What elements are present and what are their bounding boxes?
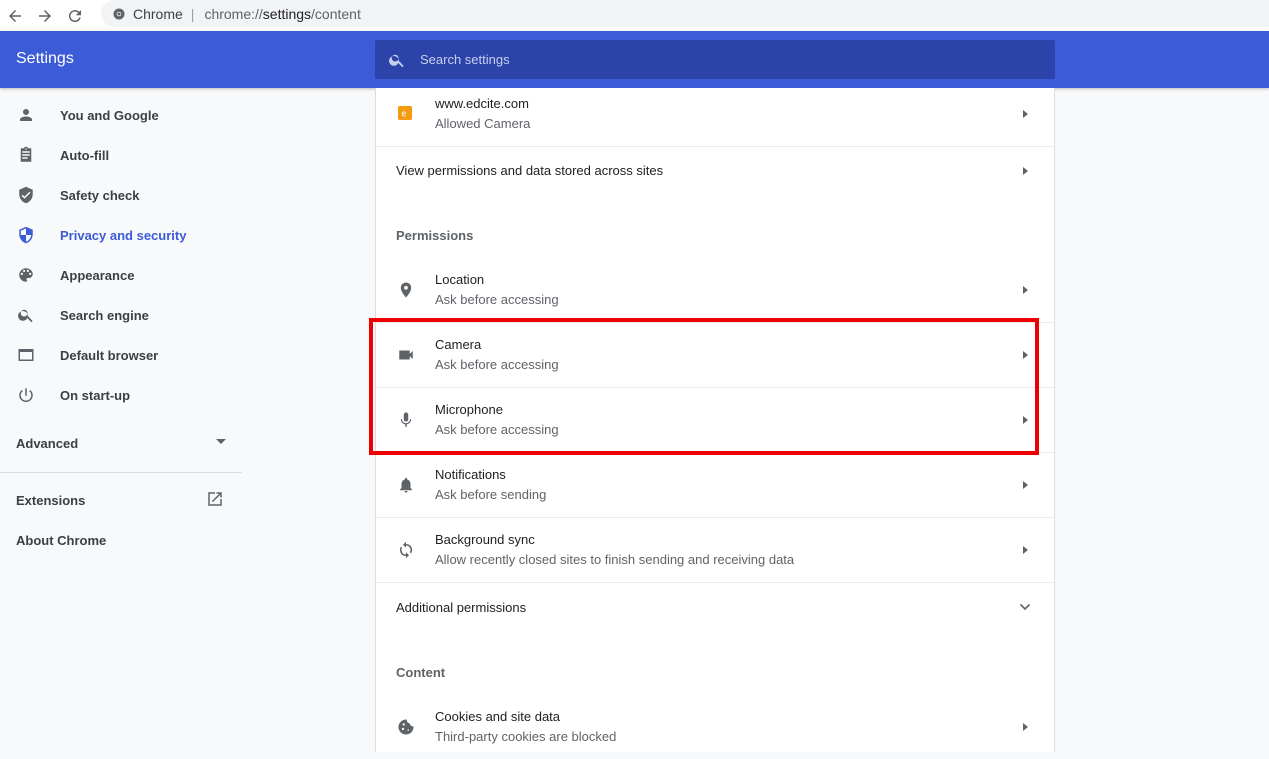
url-main: settings <box>262 5 312 22</box>
shield-check-icon <box>19 186 33 204</box>
url-prefix: chrome:// <box>204 5 263 22</box>
sidebar: You and Google Auto-fill Safety check Pr… <box>0 88 242 752</box>
sidebar-item-autofill[interactable]: Auto-fill <box>0 135 242 175</box>
sidebar-divider <box>0 472 242 473</box>
address-url: chrome://settings/content <box>204 6 360 22</box>
sidebar-item-label: Auto-fill <box>60 147 110 163</box>
sidebar-item-label: Default browser <box>60 347 159 363</box>
settings-header: Settings <box>0 31 1269 88</box>
sidebar-advanced-toggle[interactable]: Advanced <box>16 436 226 451</box>
arrow-right-icon <box>39 9 51 22</box>
url-suffix: /content <box>311 5 361 22</box>
sidebar-item-search-engine[interactable]: Search engine <box>0 295 242 335</box>
sidebar-item-label: Safety check <box>60 187 140 203</box>
reload-icon <box>68 9 81 22</box>
search-input[interactable] <box>420 52 1020 67</box>
sidebar-item-on-start-up[interactable]: On start-up <box>0 375 242 415</box>
cookie-icon <box>398 719 414 735</box>
open-in-new-icon <box>208 492 222 506</box>
cookies-subtitle: Third-party cookies are blocked <box>435 729 617 744</box>
highlight-box <box>369 318 1039 455</box>
back-button[interactable] <box>0 3 30 29</box>
address-bar[interactable]: Chrome | chrome://settings/content <box>101 0 1269 27</box>
permission-row-notifications[interactable]: Notifications Ask before sending <box>376 453 1054 517</box>
sidebar-item-appearance[interactable]: Appearance <box>0 255 242 295</box>
view-permissions-label: View permissions and data stored across … <box>396 163 664 178</box>
sidebar-item-extensions[interactable]: Extensions <box>16 492 226 508</box>
arrow-left-icon <box>9 9 21 22</box>
person-icon <box>20 109 32 121</box>
browser-icon <box>18 349 34 361</box>
sidebar-item-label: You and Google <box>60 107 159 123</box>
permission-title: Notifications <box>435 467 506 482</box>
content-section-title: Content <box>396 665 446 680</box>
shield-icon <box>19 226 33 244</box>
arrow-right-icon <box>1023 167 1028 175</box>
sidebar-item-label: Search engine <box>60 307 149 323</box>
permission-subtitle: Allow recently closed sites to finish se… <box>435 552 795 567</box>
permission-subtitle: Ask before sending <box>435 487 547 502</box>
cookies-title: Cookies and site data <box>435 709 561 724</box>
forward-button[interactable] <box>30 3 60 29</box>
content-row-cookies[interactable]: Cookies and site data Third-party cookie… <box>376 695 1054 759</box>
arrow-right-icon <box>1023 481 1028 489</box>
sidebar-item-privacy-and-security[interactable]: Privacy and security <box>0 215 242 255</box>
sidebar-item-you-and-google[interactable]: You and Google <box>0 95 242 135</box>
arrow-right-icon <box>1023 723 1028 731</box>
search-icon <box>389 54 404 67</box>
additional-permissions-label: Additional permissions <box>396 600 527 615</box>
edcite-favicon-icon: e <box>398 106 412 120</box>
permission-title: Background sync <box>435 532 535 547</box>
power-icon <box>19 388 33 403</box>
bell-icon <box>400 477 412 493</box>
advanced-label: Advanced <box>16 436 79 451</box>
sidebar-item-safety-check[interactable]: Safety check <box>0 175 242 215</box>
site-subtitle: Allowed Camera <box>435 116 531 131</box>
address-separator: | <box>190 5 195 22</box>
reload-button[interactable] <box>60 3 90 29</box>
arrow-right-icon <box>1023 286 1028 294</box>
arrow-right-icon <box>1023 110 1028 118</box>
caret-down-icon <box>216 439 226 444</box>
sidebar-item-label: Appearance <box>60 267 135 283</box>
permissions-section-title: Permissions <box>396 228 474 243</box>
extensions-label: Extensions <box>16 493 86 508</box>
permission-subtitle: Ask before accessing <box>435 292 559 307</box>
site-row-edcite[interactable]: e www.edcite.com Allowed Camera <box>376 88 1054 146</box>
sidebar-item-default-browser[interactable]: Default browser <box>0 335 242 375</box>
site-title: www.edcite.com <box>435 96 529 111</box>
chrome-icon <box>113 8 125 19</box>
page-title: Settings <box>16 50 74 67</box>
search-box[interactable] <box>375 40 1055 79</box>
permission-row-location[interactable]: Location Ask before accessing <box>376 258 1054 322</box>
sidebar-item-about-chrome[interactable]: About Chrome <box>16 533 106 548</box>
view-permissions-row[interactable]: View permissions and data stored across … <box>376 147 1054 194</box>
search-icon <box>18 309 33 323</box>
permission-title: Location <box>435 272 485 287</box>
sync-icon <box>399 541 413 559</box>
location-icon <box>400 282 412 298</box>
sidebar-item-label: On start-up <box>60 387 131 403</box>
svg-text:e: e <box>402 109 407 119</box>
chevron-down-icon <box>1019 603 1031 611</box>
permission-row-background-sync[interactable]: Background sync Allow recently closed si… <box>376 518 1054 582</box>
address-host: Chrome <box>133 5 183 22</box>
clipboard-icon <box>20 146 32 162</box>
palette-icon <box>19 268 33 282</box>
browser-toolbar: Chrome | chrome://settings/content <box>0 0 1269 31</box>
additional-permissions-row[interactable]: Additional permissions <box>376 583 1054 631</box>
sidebar-item-label: Privacy and security <box>60 227 187 243</box>
arrow-right-icon <box>1023 546 1028 554</box>
